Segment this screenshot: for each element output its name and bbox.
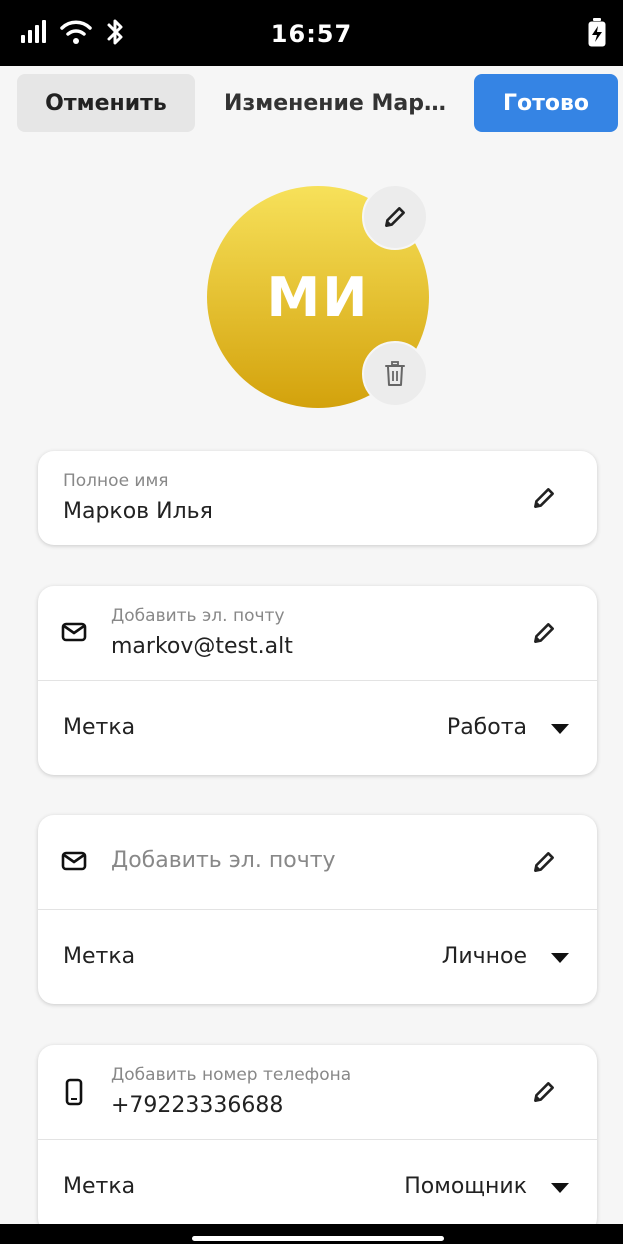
trash-icon xyxy=(385,361,405,386)
label-caption: Метка xyxy=(63,715,136,740)
bottom-bar xyxy=(0,1224,623,1244)
email-value[interactable]: markov@test.alt xyxy=(111,634,293,659)
phone-icon xyxy=(65,1078,83,1106)
avatar-initials: МИ xyxy=(266,265,370,329)
phone-caption: Добавить номер телефона xyxy=(111,1065,352,1085)
email-input-placeholder[interactable]: Добавить эл. почту xyxy=(111,848,336,873)
phone-value[interactable]: +79223336688 xyxy=(111,1093,283,1118)
email-card-work: Добавить эл. почту markov@test.alt Метка… xyxy=(38,586,597,775)
phone-label-row[interactable]: Метка Помощник xyxy=(38,1139,597,1234)
status-time: 16:57 xyxy=(270,20,353,48)
battery-charging-icon xyxy=(588,18,606,47)
full-name-card: Полное имя Марков Илья xyxy=(38,451,597,545)
pencil-icon xyxy=(385,207,405,227)
phone-card: Добавить номер телефона +79223336688 Мет… xyxy=(38,1045,597,1234)
full-name-caption: Полное имя xyxy=(63,471,169,491)
cancel-button[interactable]: Отменить xyxy=(17,74,195,132)
done-button[interactable]: Готово xyxy=(474,74,618,132)
full-name-row[interactable]: Полное имя Марков Илья xyxy=(38,451,597,545)
email-caption: Добавить эл. почту xyxy=(111,606,285,626)
email-field-row[interactable]: Добавить эл. почту markov@test.alt xyxy=(38,586,597,680)
edit-email-pencil-icon[interactable] xyxy=(531,849,557,875)
email-card-personal: Добавить эл. почту Метка Личное xyxy=(38,815,597,1004)
email-label-row[interactable]: Метка Работа xyxy=(38,680,597,775)
email-label-row[interactable]: Метка Личное xyxy=(38,909,597,1004)
envelope-icon xyxy=(61,851,87,871)
avatar-edit-button[interactable] xyxy=(362,184,428,250)
label-caption: Метка xyxy=(63,1174,136,1199)
avatar-delete-button[interactable] xyxy=(362,341,428,407)
dropdown-triangle-icon[interactable] xyxy=(550,723,570,735)
dropdown-triangle-icon[interactable] xyxy=(550,1182,570,1194)
status-bar: 16:57 xyxy=(0,0,623,66)
home-indicator[interactable] xyxy=(192,1236,444,1241)
page-title: Изменение Мар… xyxy=(224,90,446,116)
full-name-value[interactable]: Марков Илья xyxy=(63,499,213,524)
edit-email-pencil-icon[interactable] xyxy=(531,620,557,646)
dropdown-triangle-icon[interactable] xyxy=(550,952,570,964)
phone-field-row[interactable]: Добавить номер телефона +79223336688 xyxy=(38,1045,597,1139)
label-select-value[interactable]: Работа xyxy=(447,715,527,740)
label-caption: Метка xyxy=(63,944,136,969)
header-bar: Отменить Изменение Мар… Готово xyxy=(0,66,623,146)
edit-name-pencil-icon[interactable] xyxy=(531,485,557,511)
label-select-value[interactable]: Помощник xyxy=(404,1174,527,1199)
label-select-value[interactable]: Личное xyxy=(442,944,527,969)
edit-phone-pencil-icon[interactable] xyxy=(531,1079,557,1105)
email-field-row[interactable]: Добавить эл. почту xyxy=(38,815,597,909)
envelope-icon xyxy=(61,622,87,642)
